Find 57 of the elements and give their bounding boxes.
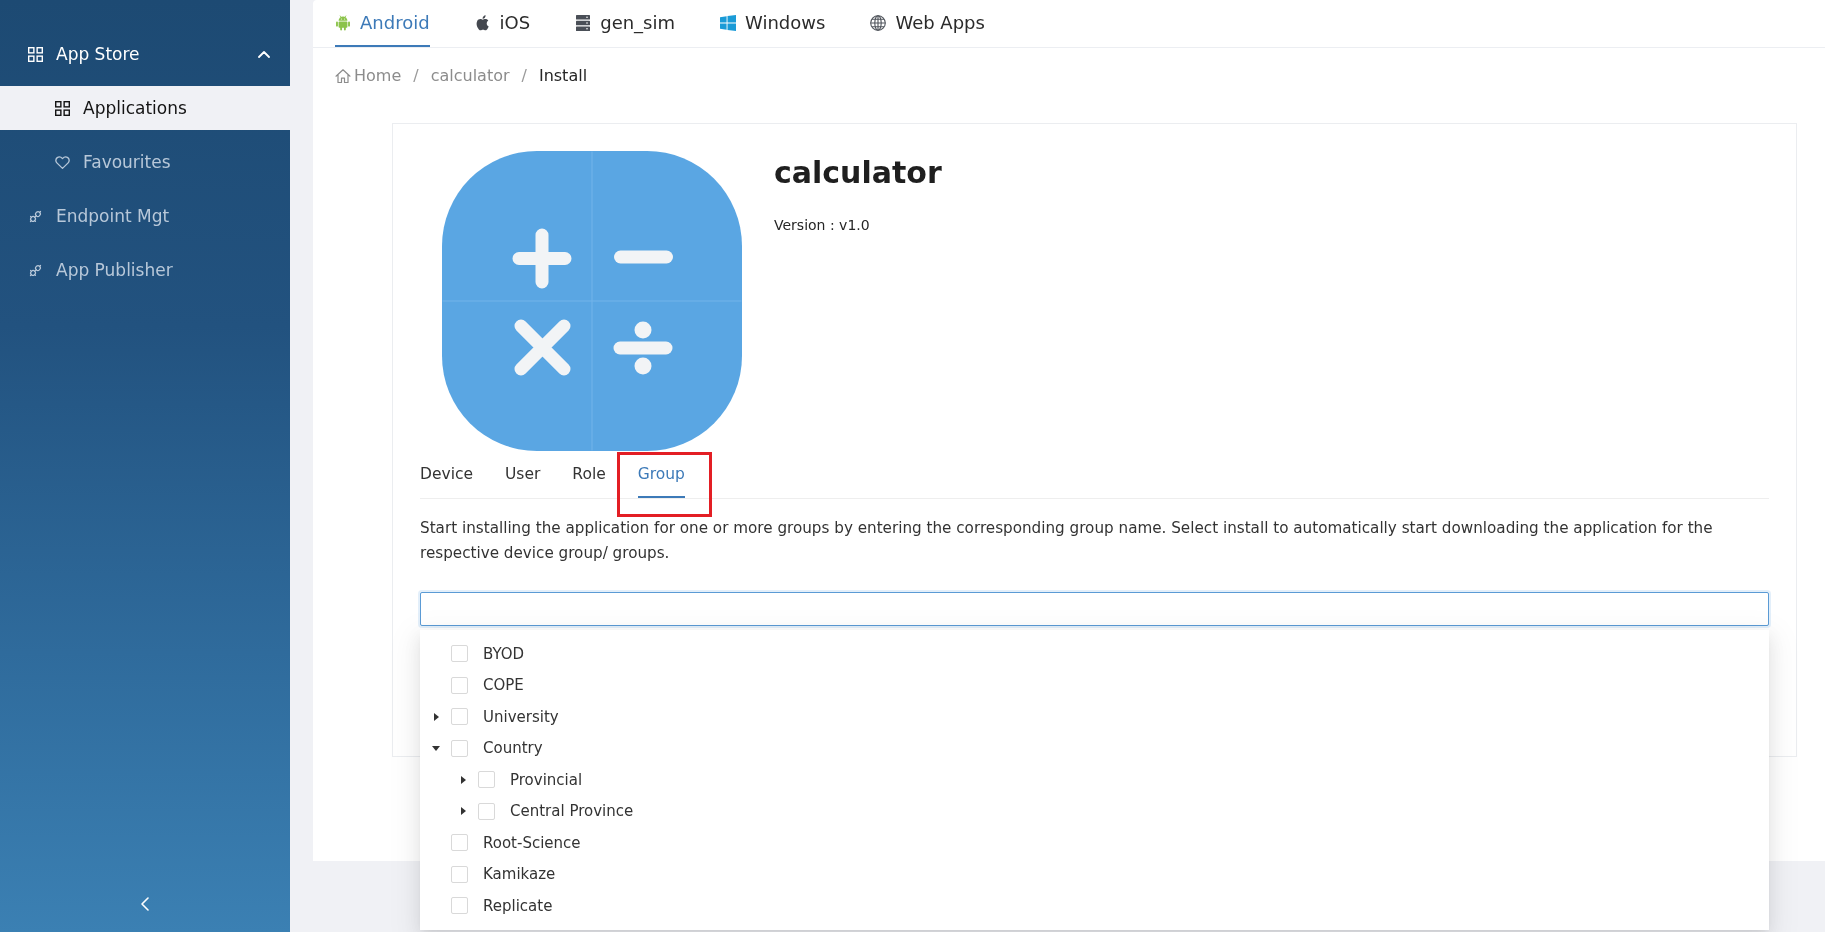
platform-tab[interactable]: Android <box>335 0 430 47</box>
calculator-app-icon <box>442 151 742 451</box>
caret-right-icon[interactable] <box>460 775 466 784</box>
checkbox[interactable] <box>451 676 468 694</box>
checkbox[interactable] <box>478 802 495 820</box>
robot-icon <box>335 14 351 31</box>
platform-tab[interactable]: gen_sim <box>575 0 676 47</box>
platform-tab[interactable]: Web Apps <box>870 0 985 47</box>
install-tab[interactable]: Role <box>572 451 606 498</box>
install-tab[interactable]: Device <box>420 451 473 498</box>
platform-tab[interactable]: iOS <box>474 0 531 47</box>
breadcrumb-separator: / <box>413 66 419 86</box>
server-icon <box>575 14 592 31</box>
tree-node-label[interactable]: Replicate <box>483 896 553 915</box>
plug-icon <box>28 262 43 278</box>
checkbox[interactable] <box>478 771 495 789</box>
checkbox[interactable] <box>451 708 468 726</box>
app-version: Version : v1.0 <box>774 216 871 235</box>
grid-icon <box>28 46 43 62</box>
checkbox[interactable] <box>451 834 468 852</box>
tiles-icon <box>720 14 737 31</box>
checkbox[interactable] <box>451 897 468 915</box>
menu-item[interactable]: App Store <box>0 32 290 76</box>
menu-item[interactable]: Endpoint Mgt <box>0 194 290 238</box>
tree-node-label[interactable]: Provincial <box>510 770 583 789</box>
tree-node-label[interactable]: Kamikaze <box>483 865 556 884</box>
caret-right-icon[interactable] <box>460 807 466 816</box>
menu-item[interactable]: Favourites <box>0 140 290 184</box>
group-input-field[interactable] <box>420 592 1769 626</box>
tree-node-label[interactable]: COPE <box>483 676 524 695</box>
chevron-left-icon <box>141 897 149 911</box>
plug-icon <box>28 208 43 224</box>
install-description: Start installing the application for one or more groups by entering the corresponding group name. Select install to automatically start downloading the application for the respective device group/ groups. <box>420 518 1714 564</box>
tree-node-label[interactable]: Country <box>483 739 543 758</box>
tree-node-label[interactable]: Root-Science <box>483 833 581 852</box>
globe-icon <box>870 14 887 31</box>
platform-tab[interactable]: Windows <box>720 0 826 47</box>
caret-down-icon[interactable] <box>432 745 440 751</box>
breadcrumb-current: Install <box>538 66 588 86</box>
breadcrumb-separator: / <box>521 66 527 86</box>
caret-right-icon[interactable] <box>433 712 439 721</box>
chevron-up-icon[interactable] <box>258 50 270 58</box>
tree-node-label[interactable]: University <box>483 707 559 726</box>
menu-item[interactable]: Applications <box>0 86 290 130</box>
heart-icon <box>55 154 70 170</box>
home-icon <box>335 68 351 84</box>
menu-item[interactable]: App Publisher <box>0 248 290 292</box>
checkbox[interactable] <box>451 865 468 883</box>
install-tab[interactable]: User <box>505 451 541 498</box>
checkbox[interactable] <box>451 739 468 757</box>
grid-icon <box>55 100 70 116</box>
tree-node-label[interactable]: Central Province <box>510 802 634 821</box>
apple-icon <box>474 14 491 31</box>
install-tab[interactable]: Group <box>637 451 685 498</box>
tree-node-label[interactable]: BYOD <box>483 644 525 663</box>
checkbox[interactable] <box>451 645 468 663</box>
app-title: calculator <box>774 154 942 192</box>
